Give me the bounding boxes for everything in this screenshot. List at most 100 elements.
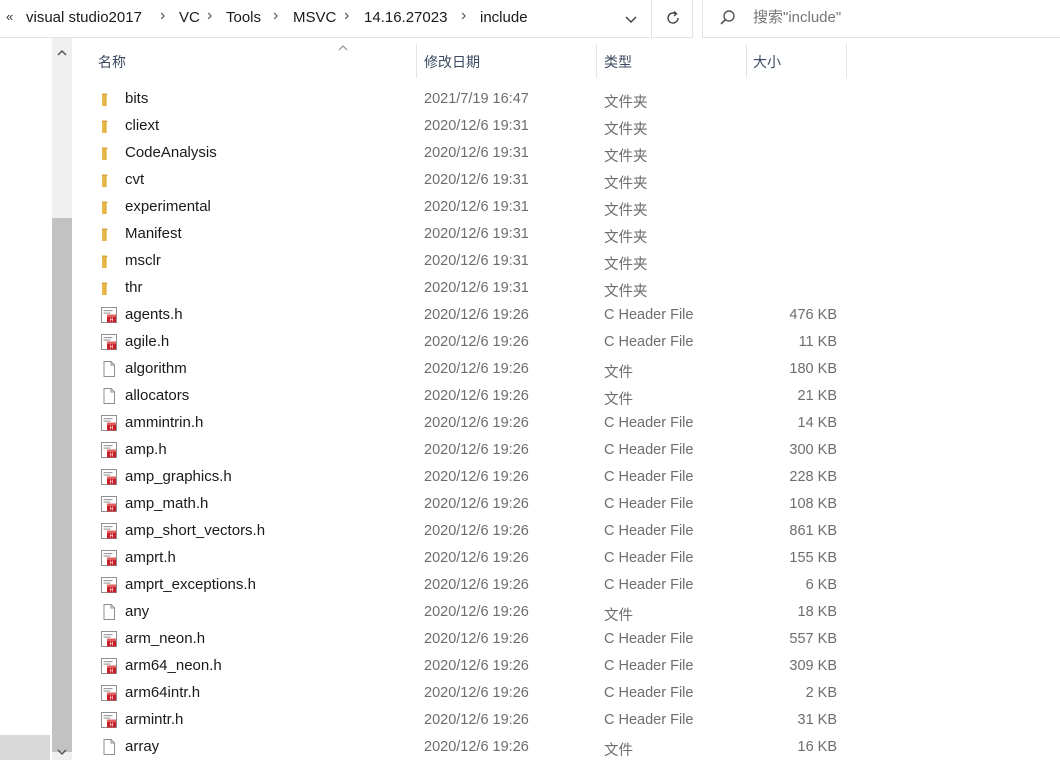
file-name: armintr.h: [125, 711, 184, 728]
file-type: 文件: [604, 392, 633, 408]
header-file-icon: H: [100, 576, 118, 594]
file-name: bits: [125, 90, 149, 107]
folder-row[interactable]: experimental 2020/12/6 19:31 文件夹: [90, 194, 850, 221]
file-type: 文件: [604, 743, 633, 759]
chevron-right-icon[interactable]: ›: [273, 7, 278, 25]
column-header-row: 名称 修改日期 类型 大小: [90, 44, 850, 78]
column-header-size[interactable]: 大小: [753, 52, 781, 72]
file-name: arm_neon.h: [125, 630, 206, 647]
file-row[interactable]: allocators 2020/12/6 19:26 文件 21 KB: [90, 383, 850, 410]
file-type: C Header File: [604, 685, 694, 701]
file-row[interactable]: Hamprt.h 2020/12/6 19:26 C Header File 155 …: [90, 545, 850, 572]
file-type: 文件夹: [604, 95, 648, 111]
column-header-name[interactable]: 名称: [98, 52, 126, 72]
file-type: 文件夹: [604, 122, 648, 138]
header-file-icon: H: [100, 441, 118, 459]
chevron-right-icon[interactable]: ›: [207, 7, 212, 25]
file-name: arm64intr.h: [125, 684, 201, 701]
column-divider[interactable]: [746, 44, 747, 78]
file-row[interactable]: Hamp_short_vectors.h 2020/12/6 19:26 C Hea…: [90, 518, 850, 545]
file-row[interactable]: Harmintr.h 2020/12/6 19:26 C Header File 31…: [90, 707, 850, 734]
chevron-right-icon[interactable]: ›: [344, 7, 349, 25]
file-name: amp_short_vectors.h: [125, 522, 266, 539]
column-divider[interactable]: [596, 44, 597, 78]
file-row[interactable]: any 2020/12/6 19:26 文件 18 KB: [90, 599, 850, 626]
svg-text:H: H: [110, 534, 114, 540]
file-name: algorithm: [125, 360, 187, 377]
svg-text:H: H: [110, 453, 114, 459]
file-type: C Header File: [604, 550, 694, 566]
refresh-button[interactable]: [651, 0, 693, 38]
folder-icon: [100, 225, 118, 243]
folder-icon: [100, 144, 118, 162]
file-size: 2 KB: [805, 685, 837, 701]
breadcrumb-vc[interactable]: VC: [179, 9, 200, 26]
chevron-down-icon[interactable]: [622, 10, 640, 28]
file-row[interactable]: Hamp_math.h 2020/12/6 19:26 C Header File 1…: [90, 491, 850, 518]
scroll-down-icon[interactable]: [56, 747, 68, 757]
address-bar: « visual studio2017 › VC › Tools › MSVC …: [0, 0, 1060, 38]
search-input[interactable]: [753, 9, 1043, 26]
folder-row[interactable]: Manifest 2020/12/6 19:31 文件夹: [90, 221, 850, 248]
file-name: experimental: [125, 198, 211, 215]
svg-text:H: H: [110, 696, 114, 702]
file-row[interactable]: algorithm 2020/12/6 19:26 文件 180 KB: [90, 356, 850, 383]
file-row[interactable]: Hammintrin.h 2020/12/6 19:26 C Header File…: [90, 410, 850, 437]
nav-pane-scrollbar[interactable]: [52, 38, 72, 760]
file-name: any: [125, 603, 150, 620]
folder-row[interactable]: bits 2021/7/19 16:47 文件夹: [90, 86, 850, 113]
modified-date: 2020/12/6 19:26: [424, 550, 529, 566]
file-size: 14 KB: [797, 415, 838, 431]
file-type: C Header File: [604, 469, 694, 485]
modified-date: 2020/12/6 19:26: [424, 469, 529, 485]
modified-date: 2020/12/6 19:26: [424, 631, 529, 647]
chevron-right-icon[interactable]: ›: [461, 7, 466, 25]
header-file-icon: H: [100, 495, 118, 513]
scroll-up-icon[interactable]: [56, 48, 68, 58]
modified-date: 2020/12/6 19:26: [424, 307, 529, 323]
column-header-type[interactable]: 类型: [604, 52, 632, 72]
header-file-icon: H: [100, 306, 118, 324]
file-row[interactable]: array 2020/12/6 19:26 文件 16 KB: [90, 734, 850, 761]
svg-text:H: H: [110, 561, 114, 567]
file-row[interactable]: Hagile.h 2020/12/6 19:26 C Header File 11 K…: [90, 329, 850, 356]
file-name: Manifest: [125, 225, 182, 242]
file-row[interactable]: Harm_neon.h 2020/12/6 19:26 C Header File 5…: [90, 626, 850, 653]
file-size: 300 KB: [789, 442, 837, 458]
file-type: C Header File: [604, 415, 694, 431]
chevron-right-icon[interactable]: ›: [160, 7, 165, 25]
folder-row[interactable]: CodeAnalysis 2020/12/6 19:31 文件夹: [90, 140, 850, 167]
folder-row[interactable]: thr 2020/12/6 19:31 文件夹: [90, 275, 850, 302]
folder-row[interactable]: cvt 2020/12/6 19:31 文件夹: [90, 167, 850, 194]
file-row[interactable]: Hamp_graphics.h 2020/12/6 19:26 C Header F…: [90, 464, 850, 491]
file-type: 文件: [604, 365, 633, 381]
breadcrumb-include[interactable]: include: [480, 9, 528, 26]
file-row[interactable]: Hamprt_exceptions.h 2020/12/6 19:26 C Head…: [90, 572, 850, 599]
file-row[interactable]: Harm64intr.h 2020/12/6 19:26 C Header File…: [90, 680, 850, 707]
sort-ascending-icon: [338, 44, 348, 55]
column-divider[interactable]: [416, 44, 417, 78]
file-row[interactable]: Harm64_neon.h 2020/12/6 19:26 C Header Fil…: [90, 653, 850, 680]
modified-date: 2020/12/6 19:26: [424, 739, 529, 755]
search-box[interactable]: [702, 0, 1060, 38]
file-row[interactable]: Hamp.h 2020/12/6 19:26 C Header File 300 KB: [90, 437, 850, 464]
breadcrumb[interactable]: « visual studio2017 › VC › Tools › MSVC …: [0, 0, 650, 38]
breadcrumb-overflow-icon[interactable]: «: [6, 9, 13, 24]
file-row[interactable]: Hagents.h 2020/12/6 19:26 C Header File 476…: [90, 302, 850, 329]
column-divider[interactable]: [846, 44, 847, 78]
column-header-date[interactable]: 修改日期: [424, 52, 480, 72]
breadcrumb-visual-studio2017[interactable]: visual studio2017: [26, 9, 142, 26]
file-size: 18 KB: [797, 604, 838, 620]
modified-date: 2020/12/6 19:31: [424, 199, 529, 215]
header-file-icon: H: [100, 657, 118, 675]
folder-row[interactable]: cliext 2020/12/6 19:31 文件夹: [90, 113, 850, 140]
breadcrumb-tools[interactable]: Tools: [226, 9, 261, 26]
breadcrumb-version[interactable]: 14.16.27023: [364, 9, 447, 26]
folder-row[interactable]: msclr 2020/12/6 19:31 文件夹: [90, 248, 850, 275]
file-type: C Header File: [604, 442, 694, 458]
modified-date: 2020/12/6 19:26: [424, 712, 529, 728]
scrollbar-thumb[interactable]: [52, 218, 72, 752]
file-name: amp_math.h: [125, 495, 209, 512]
search-icon: [720, 10, 735, 25]
breadcrumb-msvc[interactable]: MSVC: [293, 9, 336, 26]
